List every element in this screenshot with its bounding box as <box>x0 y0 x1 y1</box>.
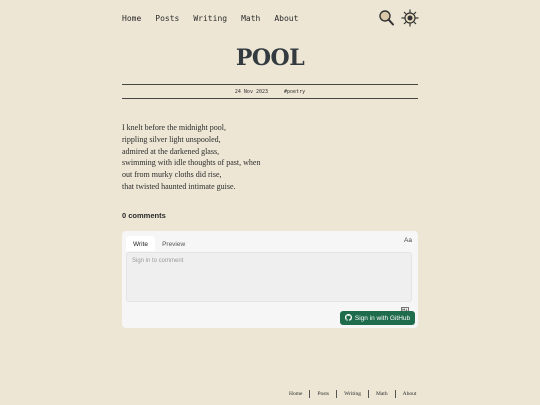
theme-toggle-icon[interactable] <box>401 9 419 27</box>
top-nav: Home Posts Writing Math About <box>122 14 298 23</box>
footer-item-home[interactable]: Home <box>289 391 302 397</box>
post-date: 24 Nov 2023 <box>234 88 269 95</box>
nav-icons <box>378 9 419 27</box>
page-title: POOL <box>235 45 305 71</box>
comment-tabs: Write Preview <box>126 236 192 251</box>
search-icon[interactable] <box>378 9 395 27</box>
footer-item-about[interactable]: About <box>403 391 417 397</box>
poem-line: admired at the darkened glass, <box>122 146 220 156</box>
footer-item-math[interactable]: Math <box>376 391 388 397</box>
tab-preview[interactable]: Preview <box>155 236 192 251</box>
footer-item-posts[interactable]: Posts <box>317 391 329 397</box>
footer-nav: Home Posts Writing Math About <box>289 390 416 398</box>
poem-line: out from murky cloths did rise, <box>122 170 222 180</box>
nav-item-math[interactable]: Math <box>241 14 260 23</box>
poem-line: rippling silver light unspooled, <box>122 134 221 144</box>
divider <box>367 390 369 398</box>
footer-item-writing[interactable]: Writing <box>344 391 361 397</box>
poem-line: that twisted haunted intimate guise. <box>122 181 236 191</box>
nav-item-about[interactable]: About <box>274 14 298 23</box>
github-icon <box>344 313 352 323</box>
comment-widget: Write Preview Aa Sign in to comment Sign… <box>122 231 418 328</box>
post-meta: 24 Nov 2023 #poetry <box>122 84 418 99</box>
poem-line: swimming with idle thoughts of past, whe… <box>122 158 261 168</box>
tab-write[interactable]: Write <box>126 236 156 251</box>
poem-line: I knelt before the midnight pool, <box>122 123 226 132</box>
divider <box>336 390 338 398</box>
comments-count: 0 comments <box>122 211 166 220</box>
signin-github-button[interactable]: Sign in with GitHub <box>340 311 415 325</box>
comment-input[interactable]: Sign in to comment <box>126 252 412 302</box>
text-format-button[interactable]: Aa <box>404 237 412 244</box>
nav-item-writing[interactable]: Writing <box>193 14 227 23</box>
divider <box>394 390 396 398</box>
poem-body: I knelt before the midnight pool, rippli… <box>122 122 260 193</box>
divider <box>309 390 311 398</box>
nav-item-home[interactable]: Home <box>122 14 141 23</box>
post-tag[interactable]: #poetry <box>284 89 305 95</box>
nav-item-posts[interactable]: Posts <box>155 14 179 23</box>
signin-label: Sign in with GitHub <box>354 314 411 322</box>
